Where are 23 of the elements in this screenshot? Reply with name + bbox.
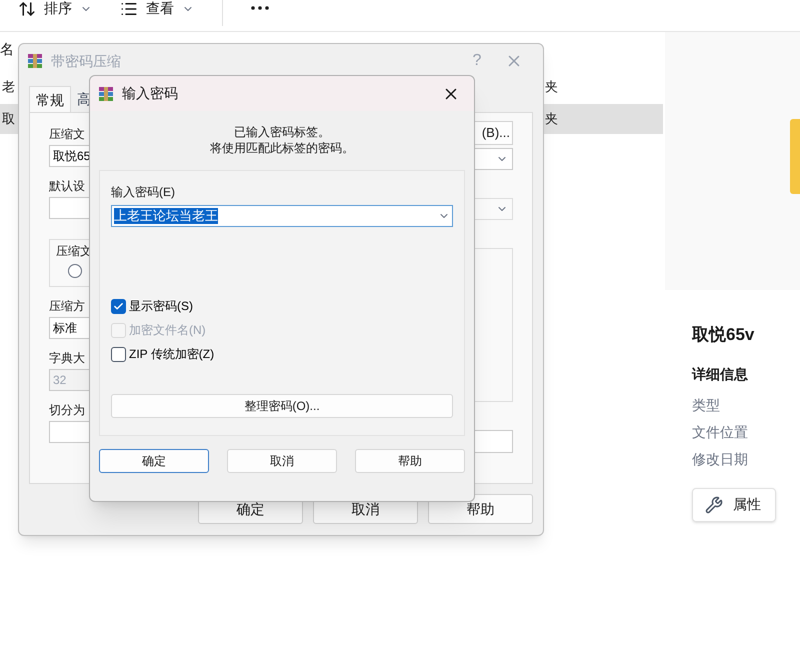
file-type: 夹 xyxy=(545,78,558,96)
property-label: 文件位置 xyxy=(692,422,749,442)
field-label: 切分为 xyxy=(49,402,85,419)
file-name: 老 xyxy=(2,78,15,96)
field-label: 字典大 xyxy=(49,350,85,367)
password-value: 上老王论坛当老王 xyxy=(114,208,218,224)
property-label: 类型 xyxy=(692,396,721,414)
message-text: 将使用匹配此标签的密码。 xyxy=(210,140,354,156)
file-name: 取 xyxy=(2,110,15,128)
message-text: 已输入密码标签。 xyxy=(234,124,330,140)
window-title: 输入密码 xyxy=(122,84,179,103)
section-heading: 详细信息 xyxy=(692,364,749,384)
field-label: 压缩方 xyxy=(49,298,85,315)
checkbox-label: ZIP 传统加密(Z) xyxy=(129,346,214,363)
file-type: 夹 xyxy=(545,110,558,128)
field-label: 输入密码(E) xyxy=(111,184,176,201)
window-title: 带密码压缩 xyxy=(51,52,122,70)
property-label: 修改日期 xyxy=(692,450,749,468)
field-label: 默认设 xyxy=(49,178,85,195)
checkbox-label: 加密文件名(N) xyxy=(129,322,206,339)
field-label: 压缩文 xyxy=(49,126,85,143)
checkbox-label: 显示密码(S) xyxy=(129,298,193,315)
file-title: 取悦65v xyxy=(692,324,756,346)
